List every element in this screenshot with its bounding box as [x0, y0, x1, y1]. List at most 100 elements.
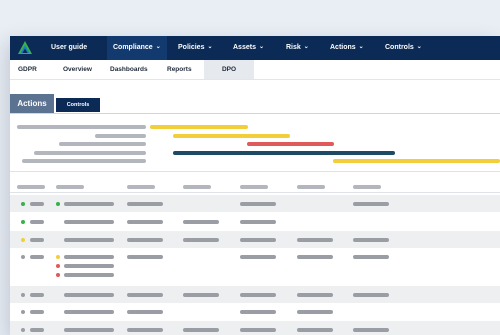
cell-placeholder	[30, 220, 44, 224]
cell-placeholder	[183, 220, 219, 224]
app-window: User guide Compliance ⌄ Policies ⌄ Assets ⌄…	[10, 36, 500, 335]
cell-placeholder	[64, 220, 114, 224]
gantt-bar[interactable]	[173, 134, 290, 138]
cell-placeholder	[30, 238, 44, 242]
cell-placeholder	[240, 220, 276, 224]
gantt-bar[interactable]	[150, 125, 248, 129]
status-dot	[56, 273, 60, 277]
column-header-placeholder	[183, 185, 211, 189]
nav-policies-label: Policies	[178, 44, 205, 51]
cell-placeholder	[353, 255, 389, 259]
cell-placeholder	[240, 238, 276, 242]
nav-actions-label: Actions	[330, 44, 356, 51]
divider	[10, 171, 500, 172]
cell-placeholder	[64, 273, 114, 277]
nav-risk-label: Risk	[286, 44, 301, 51]
nav-compliance-label: Compliance	[113, 44, 153, 51]
gantt-label-placeholder	[59, 142, 146, 146]
status-dot	[56, 255, 60, 259]
sub-nav: GDPR Overview Dashboards Reports DPO	[10, 60, 500, 80]
cell-placeholder	[353, 328, 389, 332]
cell-placeholder	[353, 293, 389, 297]
column-header-placeholder	[297, 185, 325, 189]
cell-placeholder	[64, 255, 114, 259]
status-dot	[21, 255, 25, 259]
chevron-down-icon: ⌄	[303, 44, 309, 50]
gantt-label-placeholder	[22, 159, 146, 163]
cell-placeholder	[127, 293, 163, 297]
top-nav: User guide Compliance ⌄ Policies ⌄ Assets ⌄…	[10, 36, 500, 60]
status-dot	[21, 202, 25, 206]
cell-placeholder	[240, 310, 276, 314]
nav-controls[interactable]: Controls ⌄	[385, 36, 422, 60]
cell-placeholder	[297, 328, 333, 332]
gantt-label-placeholder	[17, 125, 146, 129]
subnav-dpo[interactable]: DPO	[204, 60, 254, 79]
cell-placeholder	[127, 310, 163, 314]
status-dot	[56, 202, 60, 206]
cell-placeholder	[64, 264, 114, 268]
cell-placeholder	[240, 328, 276, 332]
cell-placeholder	[297, 238, 333, 242]
cell-placeholder	[240, 255, 276, 259]
nav-assets-label: Assets	[233, 44, 256, 51]
subnav-gdpr[interactable]: GDPR	[18, 60, 37, 79]
gantt-bar[interactable]	[173, 151, 395, 155]
cell-placeholder	[64, 202, 114, 206]
cell-placeholder	[30, 293, 44, 297]
chevron-down-icon: ⌄	[416, 44, 422, 50]
gantt-bar[interactable]	[333, 159, 500, 163]
cell-placeholder	[64, 310, 114, 314]
cell-placeholder	[30, 328, 44, 332]
tab-controls[interactable]: Controls	[56, 98, 100, 112]
nav-assets[interactable]: Assets ⌄	[233, 36, 264, 60]
cell-placeholder	[297, 293, 333, 297]
subnav-dashboards[interactable]: Dashboards	[110, 60, 148, 79]
cell-placeholder	[64, 238, 114, 242]
column-header-placeholder	[240, 185, 268, 189]
nav-risk[interactable]: Risk ⌄	[286, 36, 309, 60]
nav-controls-label: Controls	[385, 44, 414, 51]
nav-actions[interactable]: Actions ⌄	[330, 36, 364, 60]
cell-placeholder	[297, 310, 333, 314]
column-header-placeholder	[17, 185, 45, 189]
cell-placeholder	[240, 293, 276, 297]
cell-placeholder	[127, 220, 163, 224]
status-dot	[21, 293, 25, 297]
cell-placeholder	[64, 293, 114, 297]
nav-user-guide[interactable]: User guide	[51, 36, 87, 60]
status-dot	[21, 310, 25, 314]
status-dot	[21, 328, 25, 332]
cell-placeholder	[353, 238, 389, 242]
status-dot	[21, 238, 25, 242]
view-tabs: Actions Controls	[10, 94, 500, 114]
cell-placeholder	[30, 202, 44, 206]
cell-placeholder	[127, 328, 163, 332]
cell-placeholder	[127, 255, 163, 259]
cell-placeholder	[183, 238, 219, 242]
cell-placeholder	[183, 293, 219, 297]
cell-placeholder	[183, 328, 219, 332]
status-dot	[56, 264, 60, 268]
gantt-label-placeholder	[34, 151, 146, 155]
nav-user-guide-label: User guide	[51, 44, 88, 51]
subnav-overview[interactable]: Overview	[63, 60, 92, 79]
column-header-placeholder	[127, 185, 155, 189]
tab-actions[interactable]: Actions	[10, 94, 54, 113]
app-logo-icon[interactable]	[17, 40, 33, 56]
subnav-reports[interactable]: Reports	[167, 60, 192, 79]
cell-placeholder	[240, 202, 276, 206]
gantt-bar[interactable]	[247, 142, 334, 146]
cell-placeholder	[64, 328, 114, 332]
cell-placeholder	[127, 238, 163, 242]
nav-policies[interactable]: Policies ⌄	[178, 36, 213, 60]
nav-compliance[interactable]: Compliance ⌄	[107, 36, 167, 60]
chevron-down-icon: ⌄	[358, 44, 364, 50]
column-header-placeholder	[353, 185, 381, 189]
cell-placeholder	[353, 202, 389, 206]
cell-placeholder	[297, 255, 333, 259]
cell-placeholder	[30, 255, 44, 259]
status-dot	[21, 220, 25, 224]
gantt-label-placeholder	[95, 134, 146, 138]
column-header-placeholder	[56, 185, 84, 189]
